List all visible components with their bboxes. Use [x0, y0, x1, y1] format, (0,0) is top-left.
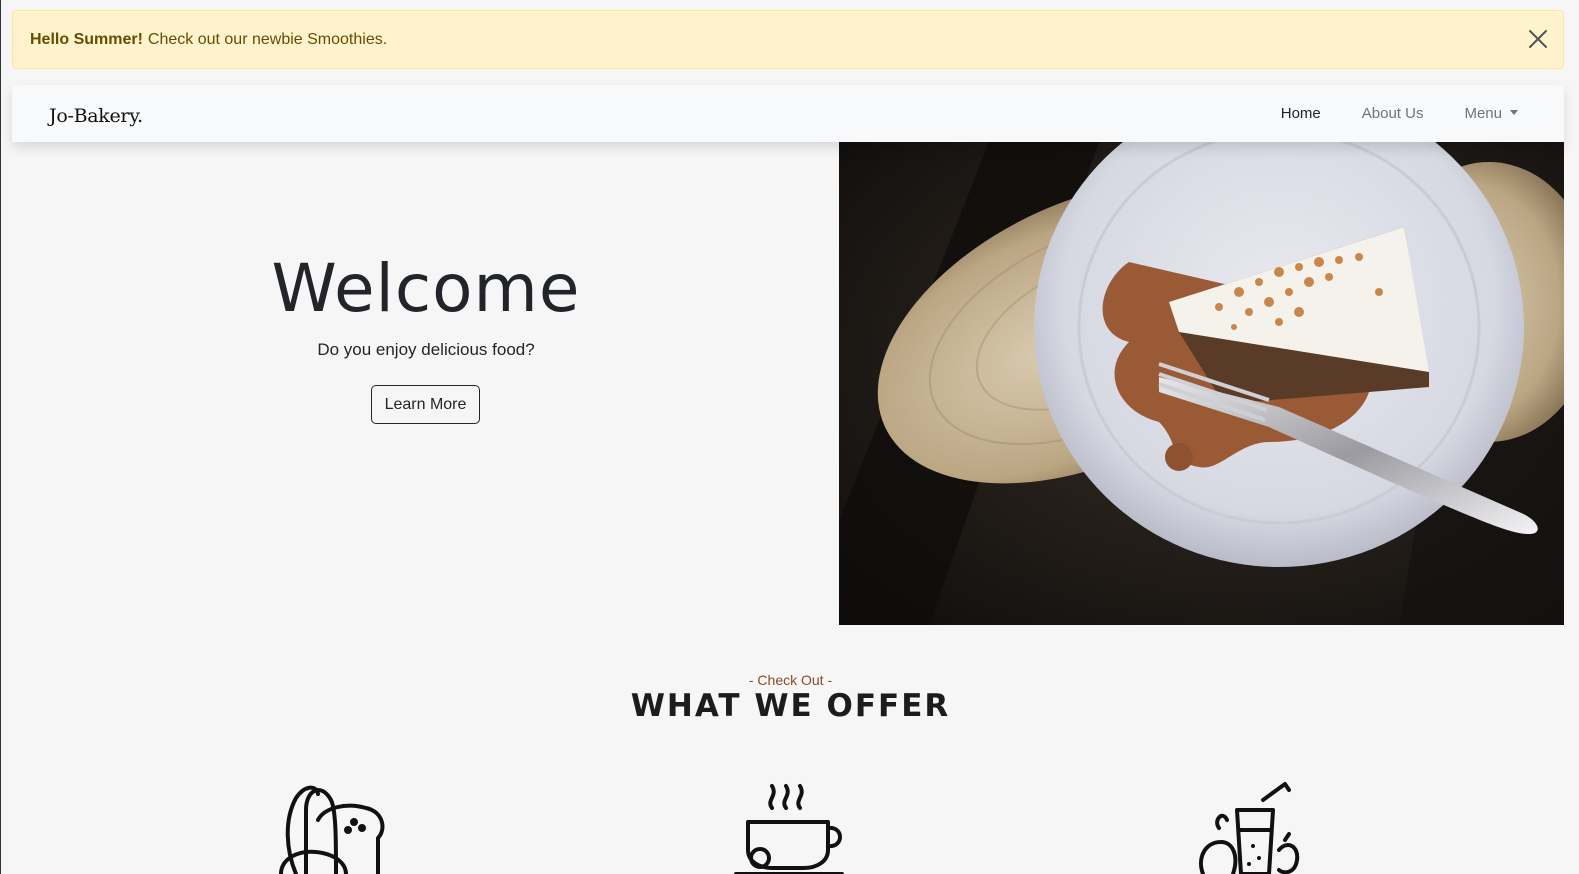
- nav-menu-label: Menu: [1464, 105, 1502, 122]
- nav-menu-dropdown[interactable]: Menu: [1464, 105, 1518, 122]
- nav-links: Home About Us Menu: [1281, 85, 1564, 142]
- offers-title: WHAT WE OFFER: [630, 688, 951, 724]
- close-icon[interactable]: [1527, 28, 1549, 50]
- coffee-cup-icon: [734, 780, 854, 874]
- nav-home[interactable]: Home: [1281, 105, 1321, 122]
- hero-text-block: Welcome Do you enjoy delicious food? Lea…: [1, 142, 851, 624]
- nav-about-us[interactable]: About Us: [1362, 105, 1424, 122]
- promo-alert: Hello Summer! Check out our newbie Smoot…: [12, 10, 1564, 69]
- smoothie-icon: [1193, 780, 1313, 874]
- navbar: Jo-Bakery. Home About Us Menu: [12, 85, 1564, 142]
- offers-eyebrow: - Check Out -: [748, 672, 833, 688]
- hero-subtitle: Do you enjoy delicious food?: [317, 340, 535, 359]
- bread-icon: [276, 780, 396, 874]
- brand-logo[interactable]: Jo-Bakery.: [49, 105, 143, 127]
- hero-title: Welcome: [271, 250, 581, 327]
- alert-strong-text: Hello Summer!: [30, 30, 143, 48]
- hero-cake-image: [839, 142, 1564, 625]
- learn-more-button[interactable]: Learn More: [371, 385, 480, 424]
- alert-message: Check out our newbie Smoothies.: [147, 30, 388, 48]
- caret-down-icon: [1510, 110, 1518, 115]
- page: Hello Summer! Check out our newbie Smoot…: [0, 0, 1579, 874]
